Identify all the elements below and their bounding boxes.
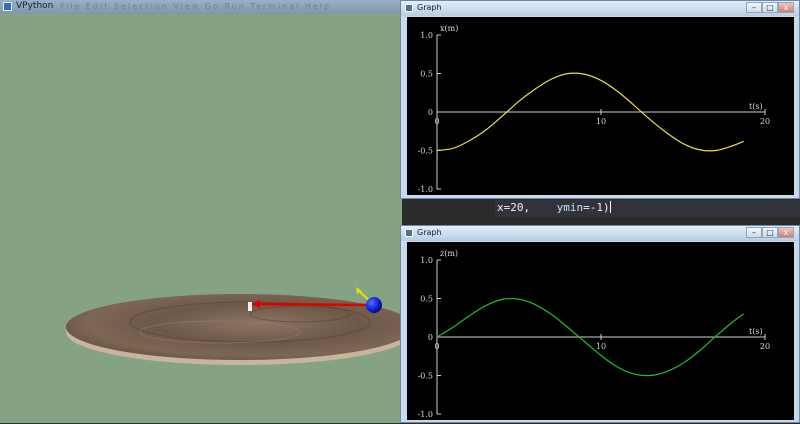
y-tick-label: -0.5 xyxy=(418,372,433,381)
code-text[interactable]: x=20, ymin=-1) xyxy=(497,201,611,214)
graph-window-x[interactable]: Graph – □ x 1.0 0.5 0 -0.5 -1.0 0 10 20 x(m) t(s) xyxy=(400,0,800,199)
x-vs-t-chart: 1.0 0.5 0 -0.5 -1.0 0 10 20 x(m) t(s) xyxy=(418,24,771,194)
minimize-button[interactable]: – xyxy=(746,227,762,238)
y-tick-label: 0 xyxy=(428,108,433,117)
y-axis-label: z(m) xyxy=(440,249,458,258)
minimize-button[interactable]: – xyxy=(746,2,762,13)
x-axis-label: t(s) xyxy=(749,102,763,111)
text-cursor xyxy=(609,201,611,213)
blue-ball xyxy=(366,297,382,313)
y-tick-label: 1.0 xyxy=(420,256,433,265)
graph-app-icon xyxy=(405,229,413,237)
position-arrow xyxy=(251,302,369,307)
y-tick-label: -0.5 xyxy=(418,147,433,156)
code-keyword: ymin xyxy=(556,201,584,214)
x-tick-label: 20 xyxy=(760,342,770,351)
y-tick-label: 1.0 xyxy=(420,31,433,40)
pivot-post xyxy=(248,302,252,311)
y-tick-label: 0.5 xyxy=(420,70,433,79)
x-tick-label: 10 xyxy=(596,117,606,126)
x-tick-label: 0 xyxy=(434,117,439,126)
y-tick-label: -1.0 xyxy=(418,410,433,419)
x-tick-label: 0 xyxy=(434,342,439,351)
background-menu-text: File Edit Selection View Go Run Terminal… xyxy=(60,2,332,11)
x-tick-label: 10 xyxy=(596,342,606,351)
3d-scene-canvas[interactable] xyxy=(0,14,402,423)
code-value: =-1) xyxy=(583,201,610,214)
graph-title: Graph xyxy=(417,228,442,237)
graph-window-z[interactable]: Graph – □ x 1.0 0.5 0 -0.5 -1.0 0 10 20 z(m) t(s) xyxy=(400,225,800,423)
maximize-button[interactable]: □ xyxy=(762,227,778,238)
close-button[interactable]: x xyxy=(778,227,794,238)
y-tick-label: -1.0 xyxy=(418,185,433,194)
vpython-titlebar[interactable]: VPython File Edit Selection View Go Run … xyxy=(0,0,402,14)
graph-plot-area: 1.0 0.5 0 -0.5 -1.0 0 10 20 z(m) t(s) xyxy=(407,242,794,420)
graph-plot-area: 1.0 0.5 0 -0.5 -1.0 0 10 20 x(m) t(s) xyxy=(407,17,794,195)
vpython-title: VPython xyxy=(16,1,54,11)
graph-titlebar[interactable]: Graph – □ x xyxy=(401,226,799,241)
x-tick-label: 20 xyxy=(760,117,770,126)
y-axis-label: x(m) xyxy=(440,24,458,33)
vpython-app-icon xyxy=(3,2,12,11)
z-vs-t-chart: 1.0 0.5 0 -0.5 -1.0 0 10 20 z(m) t(s) xyxy=(418,249,771,419)
code-prefix: x=20, xyxy=(497,201,531,214)
y-tick-label: 0.5 xyxy=(420,295,433,304)
graph-title: Graph xyxy=(417,3,442,12)
vpython-window[interactable]: VPython File Edit Selection View Go Run … xyxy=(0,0,402,423)
graph-app-icon xyxy=(405,4,413,12)
maximize-button[interactable]: □ xyxy=(762,2,778,13)
close-button[interactable]: x xyxy=(778,2,794,13)
graph-titlebar[interactable]: Graph – □ x xyxy=(401,1,799,16)
x-axis-label: t(s) xyxy=(749,327,763,336)
y-tick-label: 0 xyxy=(428,333,433,342)
